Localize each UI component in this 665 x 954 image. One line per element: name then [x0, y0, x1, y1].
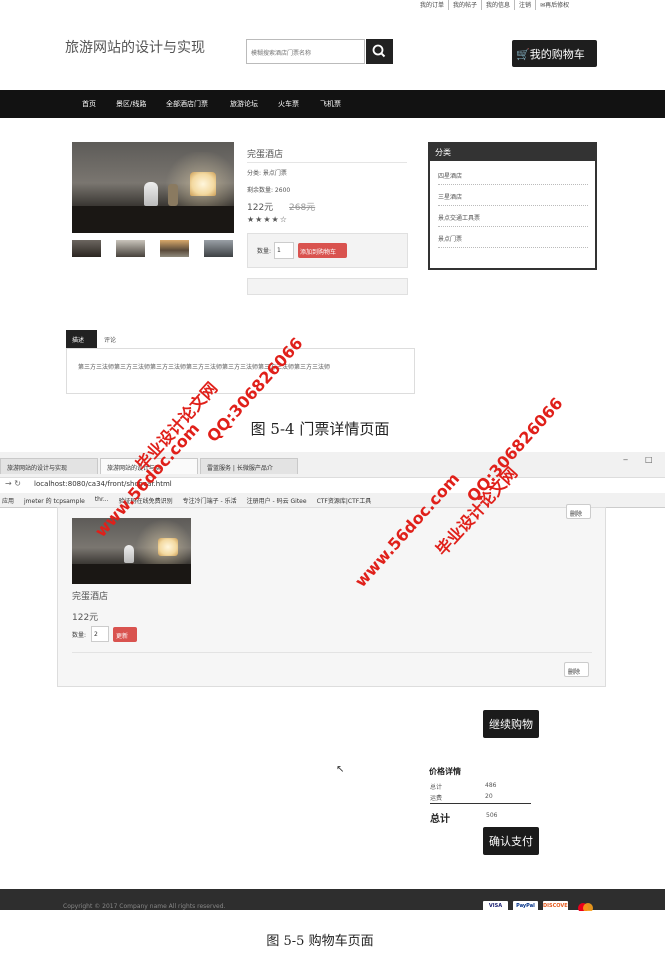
photo-lamp [190, 172, 216, 196]
my-cart-label: 我的购物车 [529, 48, 585, 61]
mastercard-icon [573, 901, 598, 911]
photo-speaker [144, 182, 158, 206]
price-details-title: 价格详情 [429, 767, 461, 776]
category-item-transport[interactable]: 景点交通工具票 [438, 213, 588, 227]
add-to-cart-button[interactable]: 添加到购物车 [298, 243, 347, 258]
visa-icon: VISA [483, 901, 508, 911]
tab-reviews[interactable]: 评论 [104, 335, 116, 344]
product-rating-stars: ★★★★☆ [247, 215, 288, 224]
photo-lamp [158, 538, 178, 556]
search-input[interactable]: 模糊搜索酒店门票名称 [246, 39, 365, 64]
mastercard-circles [578, 903, 593, 911]
cart-quantity-label: 数量: [72, 632, 87, 639]
continue-shopping-button[interactable]: 继续购物 [483, 710, 539, 738]
product-thumb-4[interactable] [204, 240, 233, 257]
search-button[interactable] [366, 39, 393, 64]
category-title: 分类 [430, 144, 595, 161]
category-item-four-star[interactable]: 四星酒店 [438, 171, 588, 185]
product-main-image [72, 142, 234, 233]
subtotal-value: 486 [485, 782, 497, 789]
my-orders-link[interactable]: 我的订单 [420, 0, 444, 10]
bookmark-gitee[interactable]: 注册用户 - 码云 Gitee [247, 496, 307, 505]
footer-copyright: Copyright © 2017 Company name All rights… [63, 903, 226, 910]
mouse-cursor-icon: ↖ [336, 764, 345, 775]
product-price: 122元 [247, 203, 274, 213]
cart-update-button[interactable]: 更新 [113, 627, 137, 642]
description-panel [66, 348, 415, 394]
delete-button-top[interactable]: 删除 [566, 504, 591, 519]
category-item-tickets[interactable]: 景点门票 [438, 234, 588, 248]
bookmark-apps[interactable]: 应用 [2, 496, 14, 505]
price-row-subtotal: 总计 486 [430, 782, 530, 791]
cart-icon: 🛒 [516, 48, 530, 61]
browser-tab-3[interactable]: 雷蓝服务 | 长微服产品介 [200, 458, 298, 474]
total-label: 总计 [430, 814, 450, 825]
product-stock: 剩余数量: 2600 [247, 187, 291, 194]
cart-quantity-input[interactable]: 2 [91, 626, 109, 642]
paypal-icon: PayPal [513, 901, 538, 911]
delete-button[interactable]: 删除 [564, 662, 589, 677]
logout-link[interactable]: 注销 [514, 0, 531, 10]
nav-home[interactable]: 首页 [82, 99, 96, 109]
figure-caption-5-5: 图 5-5 购物车页面 [266, 934, 374, 949]
nav-all-hotels[interactable]: 全部酒店门票 [166, 99, 208, 109]
my-cart-button[interactable]: 🛒我的购物车 [512, 40, 597, 67]
bookmark-jmeter[interactable]: jmeter 的 tcpsample [24, 496, 85, 505]
product-thumb-2[interactable] [116, 240, 145, 257]
shipping-label: 运费 [430, 795, 443, 802]
photo-shelf [72, 206, 234, 233]
product-thumb-1[interactable] [72, 240, 101, 257]
product-divider [247, 162, 407, 163]
category-item-three-star[interactable]: 三星酒店 [438, 192, 588, 206]
total-value: 506 [486, 812, 498, 819]
subtotal-label: 总计 [430, 784, 443, 791]
description-text: 第三方三法师第三方三法师第三方三法师第三方三法师第三方三法师第三方三法师第三方三… [78, 364, 331, 371]
price-divider [430, 803, 531, 804]
nav-train[interactable]: 火车票 [278, 99, 299, 109]
quantity-input[interactable]: 1 [274, 242, 294, 259]
search-icon [372, 44, 386, 58]
nav-forum[interactable]: 旅游论坛 [230, 99, 258, 109]
product-name: 完蛋酒店 [247, 150, 284, 160]
minimize-icon[interactable]: ‒ [623, 455, 628, 464]
browser-tab-1[interactable]: 旅游网站的设计与实现 [0, 458, 98, 474]
photo-speaker [124, 545, 134, 563]
discover-icon: DISCOVER [543, 901, 568, 911]
tab-description[interactable]: 描述 [66, 330, 97, 348]
product-old-price: 268元 [289, 203, 316, 213]
bookmark-lehuo[interactable]: 专注冷门端子 - 乐活 [183, 496, 237, 505]
shipping-value: 20 [485, 793, 493, 800]
bookmark-thr[interactable]: thr... [95, 496, 109, 505]
rights-link[interactable]: ✉再后修权 [535, 0, 569, 10]
my-posts-link[interactable]: 我的帖子 [448, 0, 477, 10]
cart-divider [72, 652, 592, 653]
nav-scenic[interactable]: 景区/线路 [116, 99, 146, 109]
reload-icon[interactable]: → ↻ [5, 479, 21, 488]
extra-panel [247, 278, 408, 295]
maximize-icon[interactable]: □ [645, 455, 653, 464]
nav-flight[interactable]: 飞机票 [320, 99, 341, 109]
site-title: 旅游网站的设计与实现 [65, 40, 205, 56]
photo-vase [168, 184, 178, 206]
quantity-label: 数量: [257, 248, 272, 255]
product-category: 分类: 景点门票 [247, 170, 287, 177]
price-row-shipping: 运费 20 [430, 793, 530, 802]
product-thumb-3[interactable] [160, 240, 189, 257]
bookmark-ctf[interactable]: CTF资源库|CTF工具 [317, 496, 372, 505]
cart-item-price: 122元 [72, 613, 99, 623]
top-user-links: 我的订单 我的帖子 我的信息 注销 ✉再后修权 [420, 0, 569, 10]
my-info-link[interactable]: 我的信息 [481, 0, 510, 10]
category-panel [428, 142, 597, 270]
photo-shelf [72, 564, 191, 584]
cart-item-name: 完蛋酒店 [72, 592, 109, 602]
confirm-pay-button[interactable]: 确认支付 [483, 827, 539, 855]
